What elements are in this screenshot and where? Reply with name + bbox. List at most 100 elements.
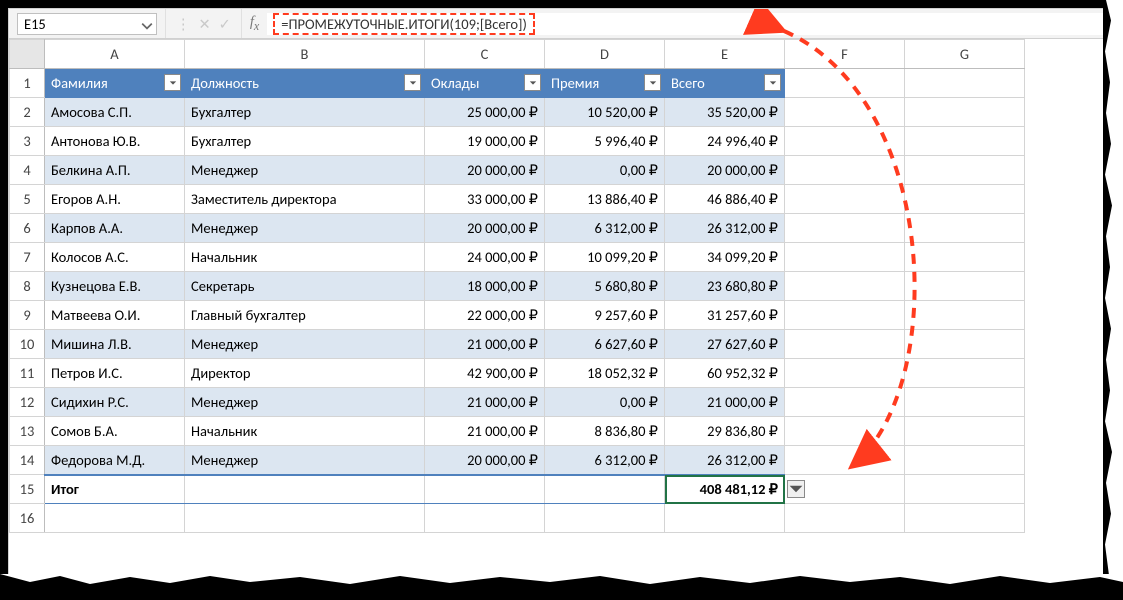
cell-surname[interactable]: Егоров А.Н. xyxy=(45,185,185,214)
row-header[interactable]: 6 xyxy=(10,214,45,243)
cell-total[interactable]: 46 886,40 ₽ xyxy=(665,185,785,214)
cell-position[interactable]: Бухгалтер xyxy=(185,127,425,156)
row-header[interactable]: 5 xyxy=(10,185,45,214)
col-header-b[interactable]: B xyxy=(185,40,425,69)
cell-position[interactable]: Начальник xyxy=(185,417,425,446)
cell-salary[interactable]: 42 900,00 ₽ xyxy=(425,359,545,388)
fx-icon[interactable]: fx xyxy=(242,14,267,34)
cell-salary[interactable]: 20 000,00 ₽ xyxy=(425,214,545,243)
cell[interactable] xyxy=(785,272,905,301)
cell-salary[interactable]: 20 000,00 ₽ xyxy=(425,446,545,475)
filter-icon[interactable] xyxy=(644,74,661,91)
cell-bonus[interactable]: 10 099,20 ₽ xyxy=(545,243,665,272)
dropdown-icon[interactable] xyxy=(787,480,805,498)
cell[interactable] xyxy=(905,475,1025,504)
th-surname[interactable]: Фамилия xyxy=(45,69,185,98)
cell[interactable] xyxy=(785,127,905,156)
cell[interactable] xyxy=(905,359,1025,388)
cell-position[interactable]: Секретарь xyxy=(185,272,425,301)
cell[interactable] xyxy=(905,214,1025,243)
formula-input[interactable]: =ПРОМЕЖУТОЧНЫЕ.ИТОГИ(109;[Всего]) xyxy=(267,13,1114,35)
cell-surname[interactable]: Сидихин Р.С. xyxy=(45,388,185,417)
cell[interactable] xyxy=(545,504,665,533)
row-header[interactable]: 13 xyxy=(10,417,45,446)
cell[interactable] xyxy=(785,243,905,272)
row-header[interactable]: 2 xyxy=(10,98,45,127)
total-label[interactable]: Итог xyxy=(45,475,185,504)
cell-salary[interactable]: 24 000,00 ₽ xyxy=(425,243,545,272)
cell[interactable] xyxy=(785,98,905,127)
cell[interactable] xyxy=(905,272,1025,301)
cell-total[interactable]: 35 520,00 ₽ xyxy=(665,98,785,127)
row-header[interactable]: 10 xyxy=(10,330,45,359)
cell[interactable] xyxy=(785,156,905,185)
cell-total[interactable]: 21 000,00 ₽ xyxy=(665,388,785,417)
filter-icon[interactable] xyxy=(404,74,421,91)
cell-bonus[interactable]: 5 996,40 ₽ xyxy=(545,127,665,156)
cell[interactable] xyxy=(785,446,905,475)
col-header-c[interactable]: C xyxy=(425,40,545,69)
cell-total[interactable]: 29 836,80 ₽ xyxy=(665,417,785,446)
th-salary[interactable]: Оклады xyxy=(425,69,545,98)
select-all-corner[interactable] xyxy=(10,40,45,69)
cell-bonus[interactable]: 0,00 ₽ xyxy=(545,156,665,185)
cell-position[interactable]: Менеджер xyxy=(185,330,425,359)
cell-bonus[interactable]: 6 312,00 ₽ xyxy=(545,214,665,243)
cell-total[interactable]: 60 952,32 ₽ xyxy=(665,359,785,388)
cell[interactable] xyxy=(905,301,1025,330)
cell[interactable] xyxy=(905,156,1025,185)
worksheet[interactable]: A B C D E F G 1 Фамилия Должность Оклады… xyxy=(9,39,1114,533)
row-header[interactable]: 8 xyxy=(10,272,45,301)
row-header[interactable]: 3 xyxy=(10,127,45,156)
cell-salary[interactable]: 22 000,00 ₽ xyxy=(425,301,545,330)
cell-bonus[interactable]: 6 312,00 ₽ xyxy=(545,446,665,475)
cell[interactable] xyxy=(905,98,1025,127)
cell-total[interactable]: 26 312,00 ₽ xyxy=(665,446,785,475)
cell-surname[interactable]: Кузнецова Е.В. xyxy=(45,272,185,301)
cell-bonus[interactable]: 9 257,60 ₽ xyxy=(545,301,665,330)
cell-surname[interactable]: Антонова Ю.В. xyxy=(45,127,185,156)
filter-icon[interactable] xyxy=(164,74,181,91)
row-header[interactable]: 11 xyxy=(10,359,45,388)
th-total[interactable]: Всего xyxy=(665,69,785,98)
enter-icon[interactable]: ✓ xyxy=(219,15,231,33)
cell[interactable] xyxy=(905,69,1025,98)
cell-surname[interactable]: Белкина А.П. xyxy=(45,156,185,185)
row-header[interactable]: 16 xyxy=(10,504,45,533)
row-header[interactable]: 14 xyxy=(10,446,45,475)
cell-position[interactable]: Заместитель директора xyxy=(185,185,425,214)
cell-surname[interactable]: Федорова М.Д. xyxy=(45,446,185,475)
cell-total[interactable]: 26 312,00 ₽ xyxy=(665,214,785,243)
cell-surname[interactable]: Петров И.С. xyxy=(45,359,185,388)
cell-bonus[interactable]: 6 627,60 ₽ xyxy=(545,330,665,359)
cell-bonus[interactable]: 5 680,80 ₽ xyxy=(545,272,665,301)
row-header[interactable]: 12 xyxy=(10,388,45,417)
cell-bonus[interactable]: 18 052,32 ₽ xyxy=(545,359,665,388)
chevron-down-icon[interactable] xyxy=(141,18,153,30)
col-header-a[interactable]: A xyxy=(45,40,185,69)
cell-position[interactable]: Бухгалтер xyxy=(185,98,425,127)
filter-icon[interactable] xyxy=(524,74,541,91)
cell-position[interactable]: Менеджер xyxy=(185,388,425,417)
cell-salary[interactable]: 21 000,00 ₽ xyxy=(425,388,545,417)
cell-surname[interactable]: Карпов А.А. xyxy=(45,214,185,243)
cell[interactable] xyxy=(785,214,905,243)
cell[interactable] xyxy=(785,359,905,388)
cell-position[interactable]: Менеджер xyxy=(185,446,425,475)
cell-bonus[interactable]: 13 886,40 ₽ xyxy=(545,185,665,214)
cell-total[interactable]: 27 627,60 ₽ xyxy=(665,330,785,359)
cell-total[interactable]: 31 257,60 ₽ xyxy=(665,301,785,330)
cell-total[interactable]: 34 099,20 ₽ xyxy=(665,243,785,272)
row-header[interactable]: 7 xyxy=(10,243,45,272)
cell[interactable] xyxy=(185,504,425,533)
row-header[interactable]: 15 xyxy=(10,475,45,504)
col-header-g[interactable]: G xyxy=(905,40,1025,69)
cell-bonus[interactable]: 10 520,00 ₽ xyxy=(545,98,665,127)
cell[interactable] xyxy=(785,388,905,417)
cell[interactable] xyxy=(905,127,1025,156)
cell-salary[interactable]: 21 000,00 ₽ xyxy=(425,417,545,446)
cell[interactable] xyxy=(45,504,185,533)
cell-salary[interactable]: 21 000,00 ₽ xyxy=(425,330,545,359)
col-header-e[interactable]: E xyxy=(665,40,785,69)
cell-salary[interactable]: 18 000,00 ₽ xyxy=(425,272,545,301)
